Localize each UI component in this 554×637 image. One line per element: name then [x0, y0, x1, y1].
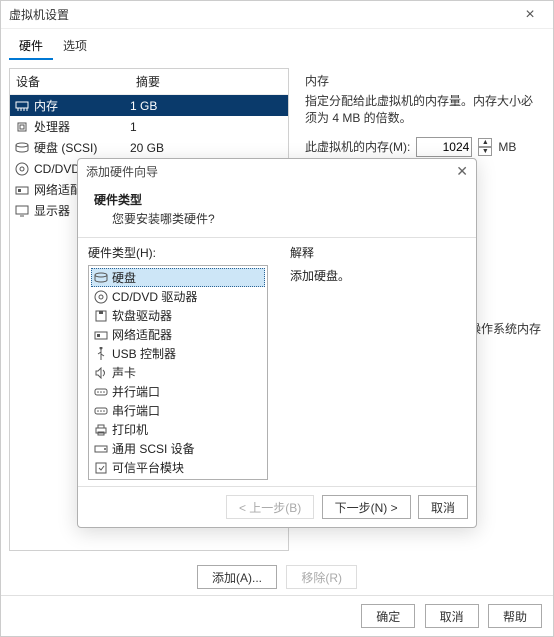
sound-icon	[93, 366, 109, 380]
device-summary: 20 GB	[130, 141, 284, 155]
hw-item-label: USB 控制器	[112, 345, 176, 362]
wizard-close-icon[interactable]: ✕	[456, 163, 468, 180]
hw-item-label: 声卡	[112, 364, 136, 381]
device-summary: 1	[130, 120, 284, 134]
device-buttons: 添加(A)... 移除(R)	[1, 559, 553, 595]
hw-item-label: 软盘驱动器	[112, 307, 172, 324]
memory-row: 此虚拟机的内存(M): ▲ ▼ MB	[305, 137, 537, 157]
wizard-header: 硬件类型 您要安装哪类硬件?	[78, 183, 476, 237]
hw-item[interactable]: 可信平台模块	[91, 458, 265, 477]
device-name: 内存	[34, 97, 58, 114]
memory-label: 此虚拟机的内存(M):	[305, 138, 410, 155]
memory-icon	[14, 98, 30, 114]
hw-item-label: 可信平台模块	[112, 459, 184, 476]
disk-icon	[93, 271, 109, 285]
disk-icon	[14, 140, 30, 156]
ok-button[interactable]: 确定	[361, 604, 415, 628]
wizard-right: 解释 添加硬盘。	[278, 238, 476, 486]
hw-item[interactable]: CD/DVD 驱动器	[91, 287, 265, 306]
wizard-heading: 硬件类型	[94, 191, 460, 208]
hw-item[interactable]: 通用 SCSI 设备	[91, 439, 265, 458]
display-icon	[14, 203, 30, 219]
explain-label: 解释	[290, 244, 464, 261]
truncated-os-memory: 操作系统内存	[469, 320, 541, 337]
hw-item[interactable]: 硬盘	[91, 268, 265, 287]
spin-up-icon[interactable]: ▲	[478, 138, 492, 147]
device-summary: 1 GB	[130, 99, 284, 113]
help-button[interactable]: 帮助	[488, 604, 542, 628]
device-list-header: 设备 摘要	[10, 69, 288, 95]
spin-down-icon[interactable]: ▼	[478, 147, 492, 156]
memory-title: 内存	[305, 72, 537, 89]
tabs: 硬件 选项	[1, 29, 553, 60]
wizard-body: 硬件类型(H): 硬盘 CD/DVD 驱动器软盘驱动器网络适配器 USB 控制器声卡…	[78, 237, 476, 486]
memory-unit: MB	[498, 140, 516, 154]
memory-spinner[interactable]: ▲ ▼	[478, 138, 492, 156]
cpu-icon	[14, 119, 30, 135]
wizard-titlebar: 添加硬件向导 ✕	[78, 159, 476, 183]
wizard-title: 添加硬件向导	[86, 163, 158, 180]
tpm-icon	[93, 461, 109, 475]
hw-item-label: 串行端口	[112, 402, 160, 419]
device-row[interactable]: 硬盘 (SCSI) 20 GB	[10, 137, 288, 158]
main-footer: 确定 取消 帮助	[1, 595, 553, 636]
tab-hardware[interactable]: 硬件	[9, 33, 53, 60]
hw-item[interactable]: 软盘驱动器	[91, 306, 265, 325]
remove-button[interactable]: 移除(R)	[286, 565, 357, 589]
hw-list-label: 硬件类型(H):	[88, 244, 268, 261]
wizard-left: 硬件类型(H): 硬盘 CD/DVD 驱动器软盘驱动器网络适配器 USB 控制器声卡…	[78, 238, 278, 486]
wizard-subheading: 您要安装哪类硬件?	[94, 210, 460, 227]
hw-item[interactable]: 声卡	[91, 363, 265, 382]
tab-options[interactable]: 选项	[53, 33, 97, 60]
port-icon	[93, 404, 109, 418]
hw-item-label: 硬盘	[112, 269, 136, 286]
device-name: 硬盘 (SCSI)	[34, 139, 97, 156]
hw-item-label: 打印机	[112, 421, 148, 438]
add-button[interactable]: 添加(A)...	[197, 565, 277, 589]
printer-icon	[93, 423, 109, 437]
window-title: 虚拟机设置	[9, 6, 69, 23]
hw-item-label: 通用 SCSI 设备	[112, 440, 195, 457]
add-hardware-wizard: 添加硬件向导 ✕ 硬件类型 您要安装哪类硬件? 硬件类型(H): 硬盘 CD/DV…	[77, 158, 477, 528]
header-summary: 摘要	[136, 73, 160, 90]
close-icon[interactable]: ×	[515, 6, 545, 24]
scsi-icon	[93, 442, 109, 456]
hw-item-label: 网络适配器	[112, 326, 172, 343]
main-titlebar: 虚拟机设置 ×	[1, 1, 553, 29]
hw-type-list[interactable]: 硬盘 CD/DVD 驱动器软盘驱动器网络适配器 USB 控制器声卡并行端口串行端口打…	[88, 265, 268, 480]
hw-item-label: 并行端口	[112, 383, 160, 400]
port-icon	[93, 385, 109, 399]
hw-item[interactable]: 串行端口	[91, 401, 265, 420]
wizard-back-button[interactable]: < 上一步(B)	[226, 495, 314, 519]
hw-item[interactable]: USB 控制器	[91, 344, 265, 363]
cd-icon	[93, 290, 109, 304]
hw-item[interactable]: 打印机	[91, 420, 265, 439]
device-row[interactable]: 内存 1 GB	[10, 95, 288, 116]
floppy-icon	[93, 309, 109, 323]
nic-icon	[14, 182, 30, 198]
hw-item[interactable]: 网络适配器	[91, 325, 265, 344]
cd-icon	[14, 161, 30, 177]
hw-item[interactable]: 并行端口	[91, 382, 265, 401]
cancel-button[interactable]: 取消	[425, 604, 479, 628]
memory-desc: 指定分配给此虚拟机的内存量。内存大小必须为 4 MB 的倍数。	[305, 93, 537, 127]
device-row[interactable]: 处理器 1	[10, 116, 288, 137]
wizard-footer: < 上一步(B) 下一步(N) > 取消	[78, 486, 476, 527]
wizard-cancel-button[interactable]: 取消	[418, 495, 468, 519]
wizard-next-button[interactable]: 下一步(N) >	[322, 495, 411, 519]
device-name: 处理器	[34, 118, 70, 135]
hw-item-label: CD/DVD 驱动器	[112, 288, 197, 305]
usb-icon	[93, 347, 109, 361]
nic-icon	[93, 328, 109, 342]
explain-text: 添加硬盘。	[290, 267, 464, 284]
memory-input[interactable]	[416, 137, 472, 157]
device-name: 显示器	[34, 202, 70, 219]
header-device: 设备	[16, 73, 136, 90]
